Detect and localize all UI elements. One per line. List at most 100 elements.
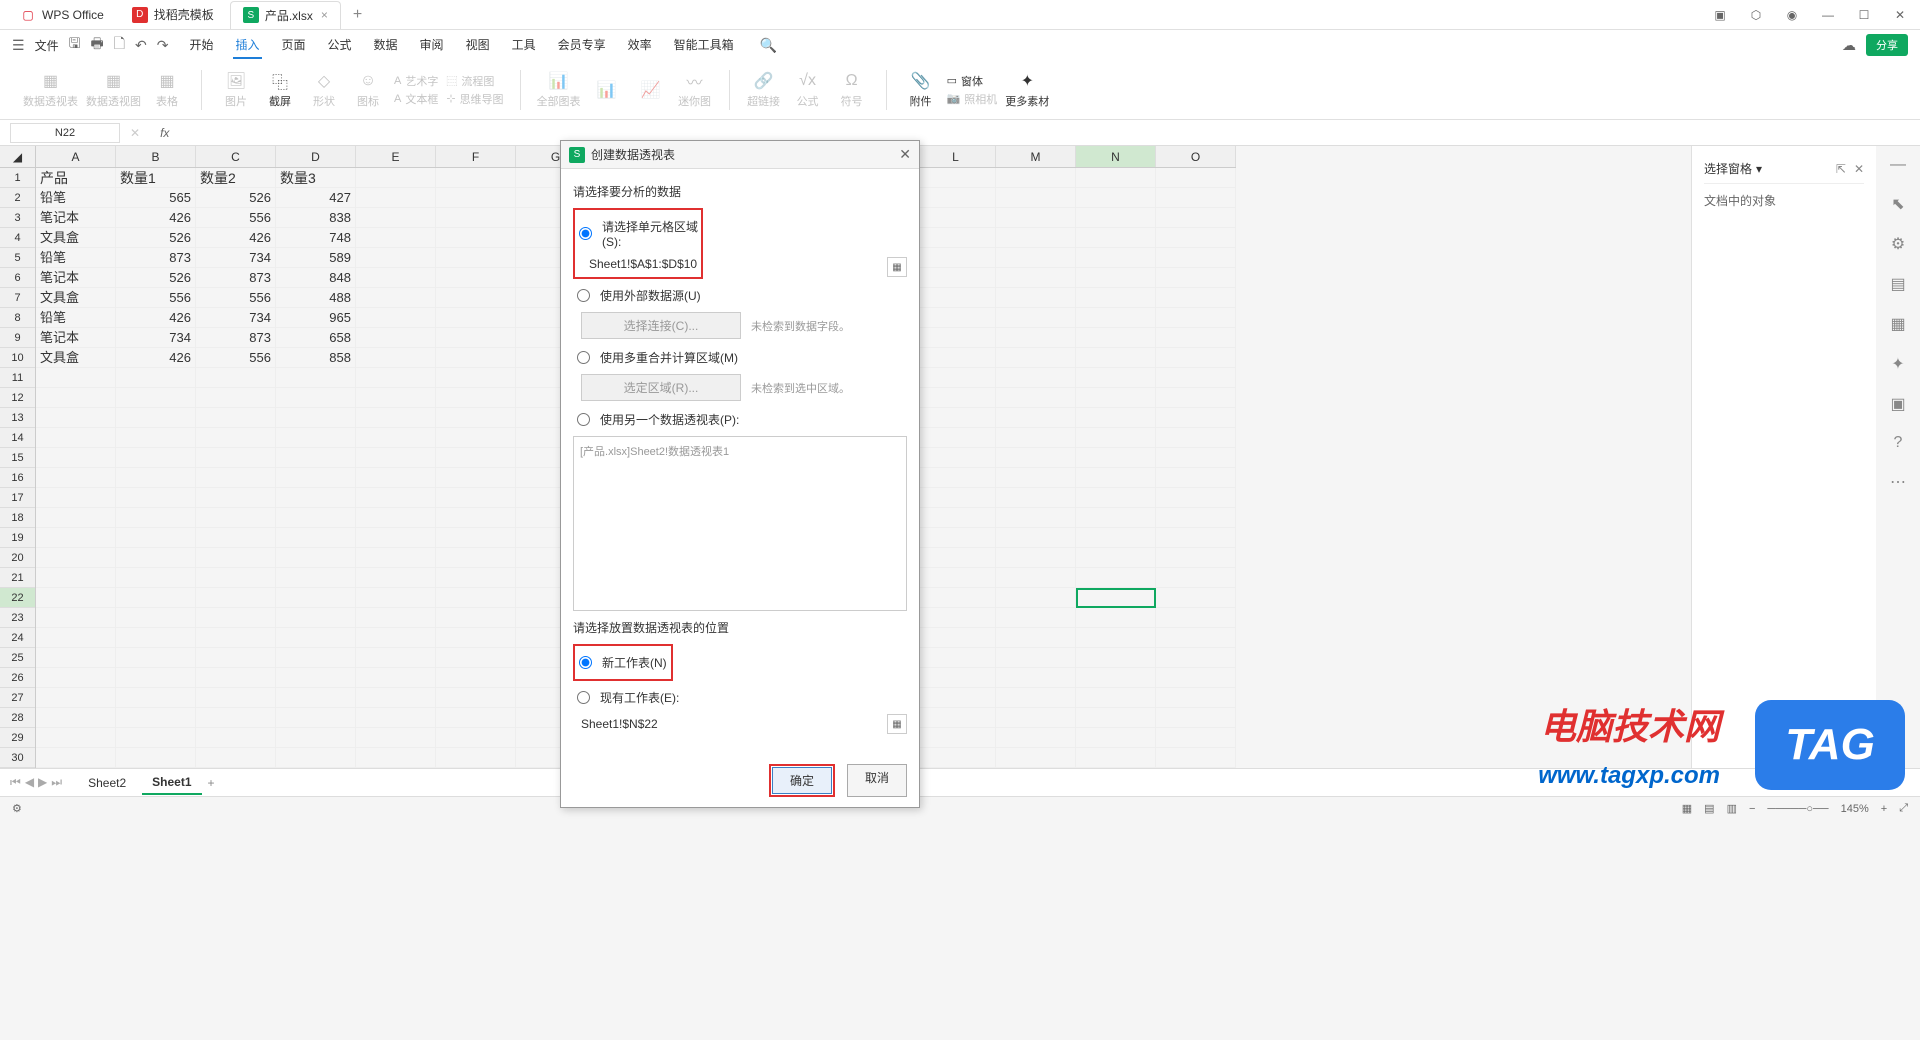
cell[interactable]: [116, 628, 196, 648]
cell[interactable]: [996, 188, 1076, 208]
col-header[interactable]: C: [196, 146, 276, 167]
cell[interactable]: [1076, 348, 1156, 368]
cell[interactable]: [436, 488, 516, 508]
cell[interactable]: [276, 588, 356, 608]
cell[interactable]: [1156, 368, 1236, 388]
menu-tab-4[interactable]: 数据: [372, 32, 400, 59]
menu-hamburger-icon[interactable]: ☰: [12, 37, 25, 54]
cell[interactable]: [36, 608, 116, 628]
cell[interactable]: [1076, 248, 1156, 268]
cell[interactable]: [436, 628, 516, 648]
cell[interactable]: [116, 568, 196, 588]
name-box[interactable]: N22: [10, 123, 120, 143]
cell[interactable]: 526: [116, 268, 196, 288]
cell[interactable]: [276, 688, 356, 708]
cell[interactable]: 565: [116, 188, 196, 208]
cell[interactable]: [916, 188, 996, 208]
cell[interactable]: [196, 668, 276, 688]
cell[interactable]: [276, 628, 356, 648]
cell[interactable]: 文具盒: [36, 288, 116, 308]
collapse-icon[interactable]: —: [1890, 156, 1906, 174]
radio-cell-range-input[interactable]: [579, 227, 592, 240]
screenshot-button[interactable]: ⿻截屏: [262, 71, 298, 109]
minimize-icon[interactable]: —: [1816, 3, 1840, 27]
cell[interactable]: [916, 608, 996, 628]
cell[interactable]: [116, 708, 196, 728]
row-header[interactable]: 7: [0, 288, 35, 308]
row-header[interactable]: 19: [0, 528, 35, 548]
menu-tab-1[interactable]: 插入: [233, 32, 261, 59]
pivot-table-button[interactable]: ▦数据透视表: [23, 71, 78, 109]
symbol-button[interactable]: Ω符号: [834, 71, 870, 109]
cell[interactable]: [996, 468, 1076, 488]
cell[interactable]: [436, 648, 516, 668]
prev-sheet-icon[interactable]: ◀: [25, 775, 34, 790]
cell[interactable]: 838: [276, 208, 356, 228]
sparkline-button[interactable]: 〰迷你图: [677, 71, 713, 109]
cell[interactable]: [996, 248, 1076, 268]
row-header[interactable]: 18: [0, 508, 35, 528]
cell[interactable]: [116, 368, 196, 388]
cell[interactable]: [356, 648, 436, 668]
cell[interactable]: [996, 348, 1076, 368]
cell[interactable]: [356, 228, 436, 248]
cell[interactable]: [196, 688, 276, 708]
cell[interactable]: 748: [276, 228, 356, 248]
cell[interactable]: [356, 708, 436, 728]
cell[interactable]: [1076, 708, 1156, 728]
cell[interactable]: [916, 748, 996, 768]
menu-tab-10[interactable]: 智能工具箱: [672, 32, 736, 59]
cell[interactable]: [36, 628, 116, 648]
close-icon[interactable]: ✕: [1888, 3, 1912, 27]
cell[interactable]: 数量1: [116, 168, 196, 188]
cell[interactable]: [1076, 488, 1156, 508]
close-tab-icon[interactable]: ×: [321, 8, 328, 22]
cell[interactable]: [916, 508, 996, 528]
cell[interactable]: [996, 508, 1076, 528]
view-normal-icon[interactable]: ▦: [1682, 802, 1692, 815]
cell[interactable]: [36, 388, 116, 408]
cell[interactable]: [916, 408, 996, 428]
cell[interactable]: 426: [116, 208, 196, 228]
cell[interactable]: [1156, 308, 1236, 328]
cell[interactable]: [196, 508, 276, 528]
cell[interactable]: [996, 728, 1076, 748]
cell[interactable]: 526: [196, 188, 276, 208]
cell[interactable]: [36, 748, 116, 768]
cell[interactable]: 734: [116, 328, 196, 348]
cell[interactable]: [356, 668, 436, 688]
cell[interactable]: [996, 748, 1076, 768]
menu-tab-0[interactable]: 开始: [187, 32, 215, 59]
new-tab-button[interactable]: +: [353, 6, 362, 24]
cell[interactable]: [36, 488, 116, 508]
cell[interactable]: [1076, 688, 1156, 708]
hyperlink-button[interactable]: 🔗超链接: [746, 71, 782, 109]
first-sheet-icon[interactable]: ⏮: [10, 775, 21, 790]
formula-button[interactable]: √x公式: [790, 71, 826, 109]
cell[interactable]: 427: [276, 188, 356, 208]
cell[interactable]: [1156, 648, 1236, 668]
cell[interactable]: [436, 568, 516, 588]
cell[interactable]: [276, 448, 356, 468]
range-select-icon[interactable]: ▦: [887, 257, 907, 277]
feature-icon[interactable]: ✦: [1891, 354, 1904, 374]
row-header[interactable]: 8: [0, 308, 35, 328]
form-button[interactable]: ▭窗体: [947, 73, 998, 89]
cell[interactable]: [1076, 648, 1156, 668]
select-connection-button[interactable]: 选择连接(C)...: [581, 312, 741, 339]
cell[interactable]: 526: [116, 228, 196, 248]
cell[interactable]: [1156, 748, 1236, 768]
cell[interactable]: [36, 368, 116, 388]
cell[interactable]: [436, 208, 516, 228]
cell[interactable]: 734: [196, 248, 276, 268]
row-header[interactable]: 9: [0, 328, 35, 348]
cell[interactable]: [1076, 728, 1156, 748]
col-header[interactable]: A: [36, 146, 116, 167]
search-icon[interactable]: 🔍: [760, 37, 777, 54]
cell[interactable]: 铅笔: [36, 188, 116, 208]
cell[interactable]: [356, 288, 436, 308]
cell[interactable]: [1076, 528, 1156, 548]
cell[interactable]: [436, 368, 516, 388]
cell[interactable]: [996, 288, 1076, 308]
cell[interactable]: 文具盒: [36, 348, 116, 368]
